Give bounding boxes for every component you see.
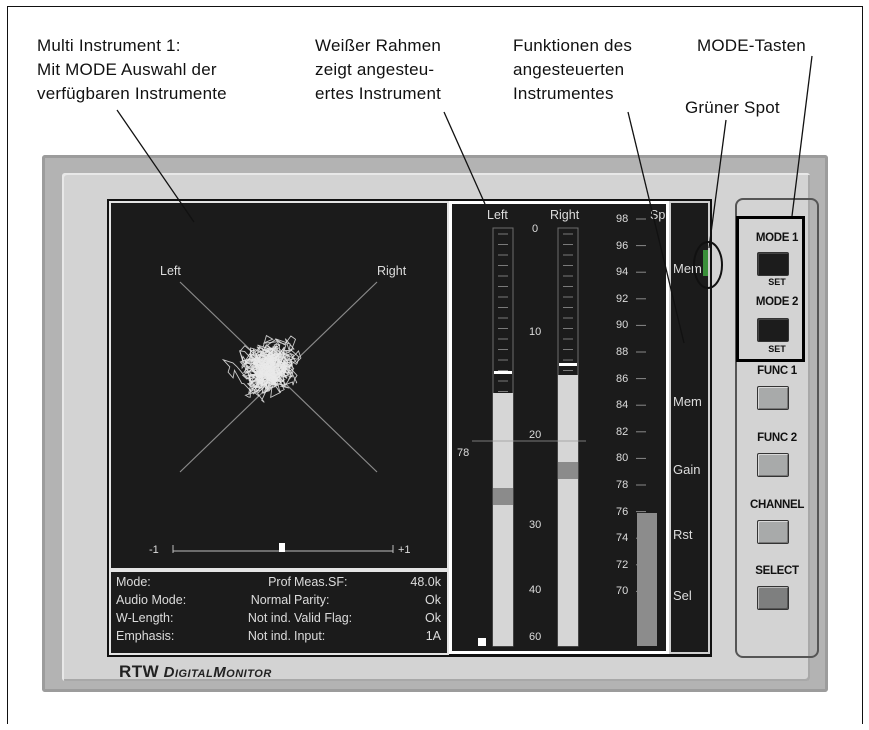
leader-weisser-rahmen [443,111,486,205]
leader-mode-tasten [791,55,813,217]
leader-gruener-spot [708,119,727,249]
leader-multi-instrument [116,109,195,223]
leader-funktionen [627,111,685,344]
leader-lines [116,55,813,344]
green-spot-callout-circle [693,241,723,289]
